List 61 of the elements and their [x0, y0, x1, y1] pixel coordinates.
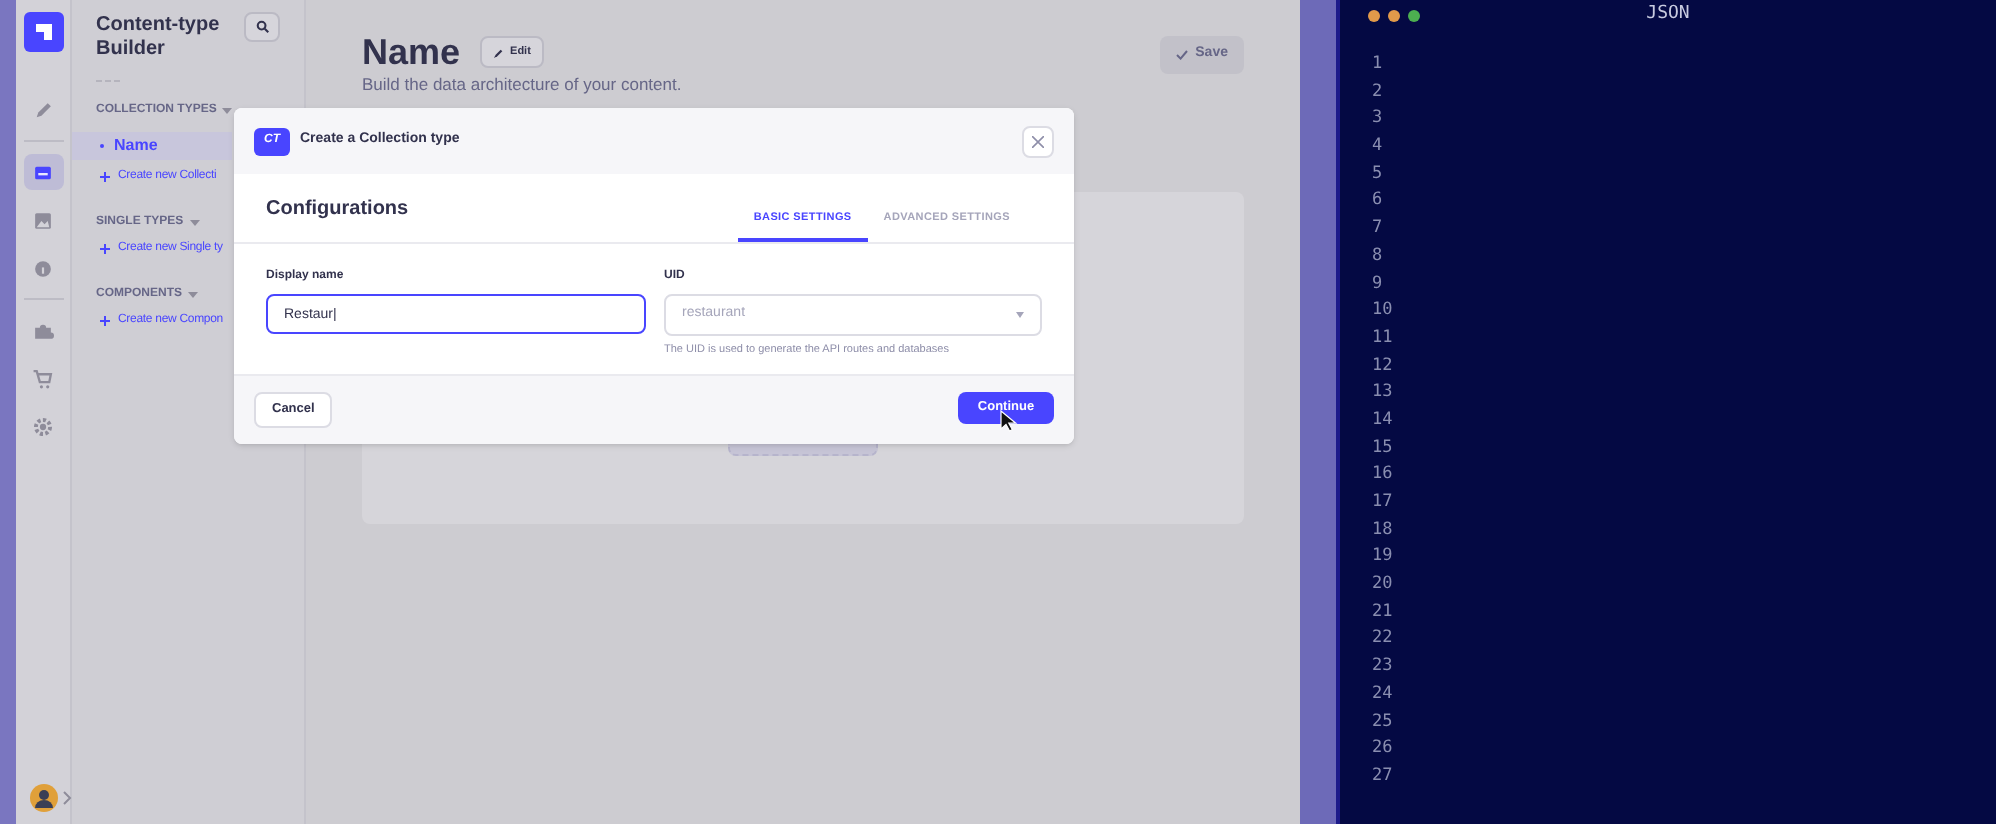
line-number: 18	[1372, 517, 1395, 544]
line-number: 5	[1372, 161, 1385, 188]
line-number: 19	[1372, 544, 1395, 571]
line-number: 26	[1372, 736, 1395, 763]
check-icon	[1175, 50, 1188, 60]
sidebar-item[interactable]: Name	[72, 132, 232, 160]
line-number: 12	[1372, 353, 1395, 380]
page-subtitle: Build the data architecture of your content.	[362, 72, 682, 98]
chevron-right-icon[interactable]	[61, 790, 73, 806]
caret-down-icon[interactable]	[222, 108, 233, 114]
page-title: Name	[362, 30, 461, 74]
line-number: 27	[1372, 763, 1395, 790]
line-number: 6	[1372, 188, 1385, 215]
sidebar-title: Content-type Builder	[96, 14, 222, 62]
plus-icon	[100, 172, 110, 182]
image-icon	[32, 209, 54, 231]
search-button[interactable]	[244, 12, 280, 42]
line-number: 9	[1372, 271, 1385, 297]
section-title: Configurations	[266, 196, 409, 224]
line-number: 15	[1372, 435, 1395, 462]
line-number: 4	[1372, 134, 1385, 161]
line-number: 16	[1372, 462, 1395, 489]
plus-icon	[100, 244, 110, 254]
logo-icon[interactable]	[23, 12, 63, 52]
pen-icon	[32, 99, 54, 121]
caret-down-icon[interactable]	[188, 292, 199, 298]
puzzle-icon	[32, 319, 54, 341]
close-button[interactable]	[1022, 125, 1054, 157]
settings-icon	[32, 415, 54, 437]
line-number: 1	[1372, 52, 1385, 78]
line-number: 14	[1372, 407, 1395, 434]
line-number: 22	[1372, 626, 1395, 653]
line-number: 13	[1372, 380, 1395, 407]
plus-icon	[100, 316, 110, 326]
line-number: 25	[1372, 709, 1395, 735]
pencil-icon	[494, 47, 505, 57]
line-number: 20	[1372, 572, 1395, 599]
caret-down-icon	[1016, 312, 1024, 318]
line-number: 23	[1372, 654, 1395, 681]
close-icon	[1032, 135, 1044, 147]
search-icon	[255, 20, 269, 34]
avatar-icon[interactable]	[29, 784, 57, 812]
line-number: 7	[1372, 216, 1385, 243]
cart-icon	[32, 367, 54, 389]
caret-down-icon[interactable]	[189, 220, 200, 226]
layout-icon	[32, 161, 54, 183]
line-number: 8	[1372, 243, 1385, 270]
window-dot-icon	[1388, 10, 1400, 22]
nav-button[interactable]	[23, 154, 63, 190]
editor-title: JSON	[1644, 2, 1692, 29]
line-number: 3	[1372, 106, 1385, 133]
line-number: 21	[1372, 599, 1395, 626]
line-number: 2	[1372, 79, 1385, 106]
cursor-icon	[1000, 409, 1018, 431]
window-dot-icon	[1408, 10, 1420, 22]
info-icon	[32, 257, 54, 279]
line-number: 11	[1372, 325, 1395, 352]
line-number: 17	[1372, 490, 1395, 516]
line-number: 10	[1372, 298, 1395, 325]
window-dot-icon	[1368, 10, 1380, 22]
line-number: 24	[1372, 681, 1395, 708]
